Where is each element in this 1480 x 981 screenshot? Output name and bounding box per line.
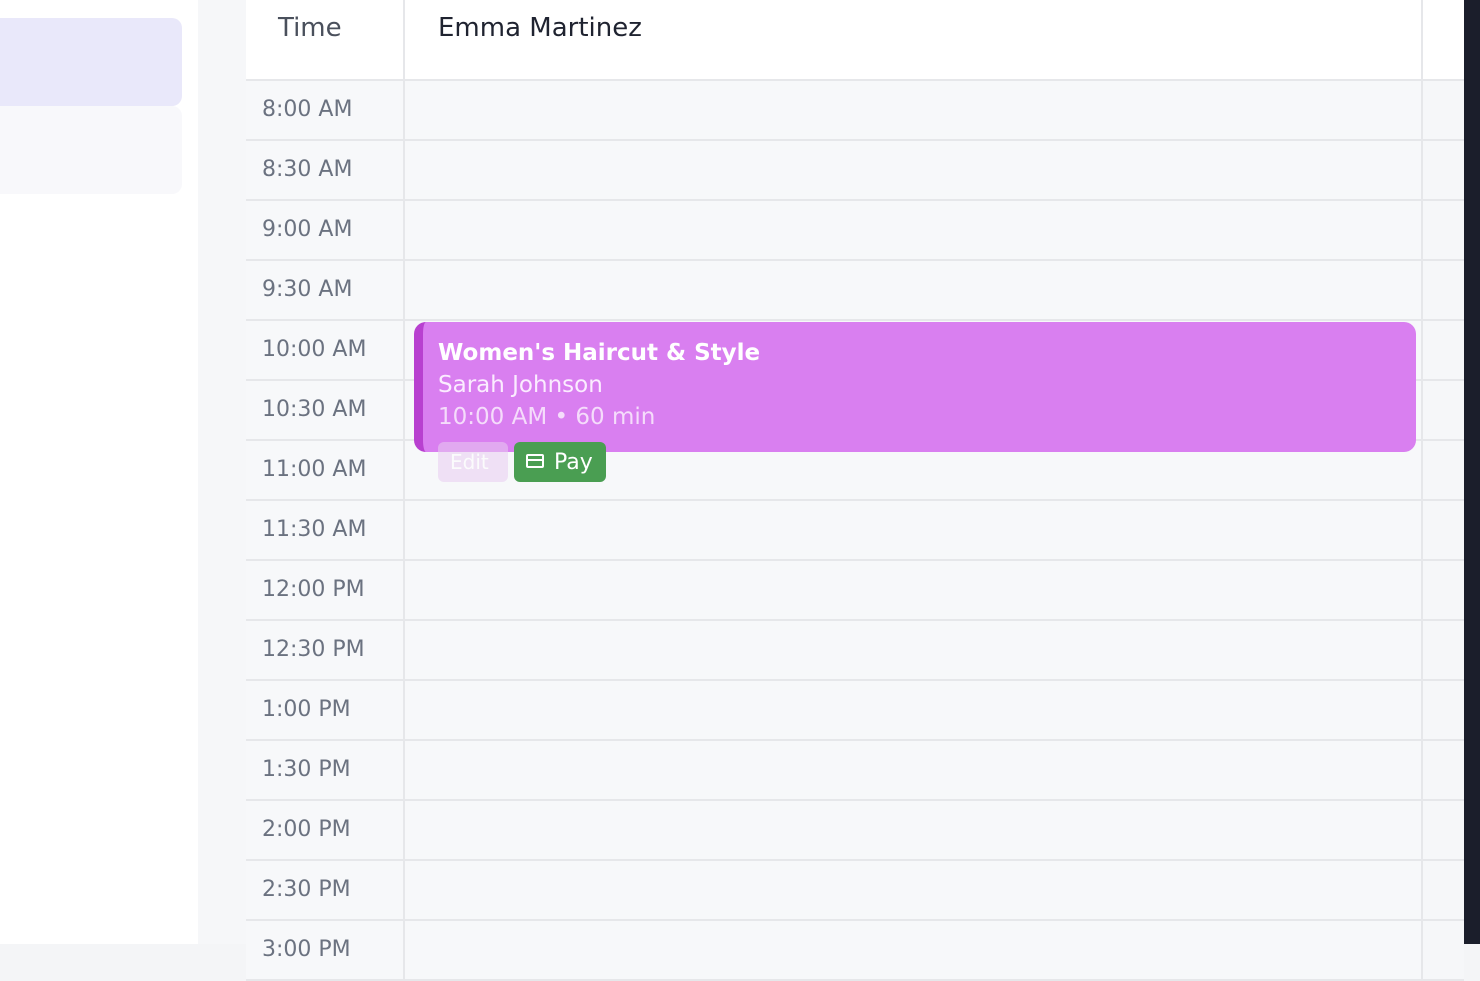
time-slot-cell[interactable] <box>405 501 1423 559</box>
time-slot-row: 9:30 AM <box>246 261 1464 321</box>
time-slot-spacer <box>1423 81 1464 139</box>
time-slot-label: 12:30 PM <box>262 637 365 662</box>
time-slot-label-cell: 8:00 AM <box>246 81 405 139</box>
time-slot-cell[interactable] <box>405 261 1423 319</box>
time-slot-spacer <box>1423 741 1464 799</box>
time-slot-spacer <box>1423 441 1464 499</box>
time-slot-cell[interactable] <box>405 681 1423 739</box>
time-slot-label-cell: 8:30 AM <box>246 141 405 199</box>
pay-button-label: Pay <box>554 450 593 475</box>
time-slot-spacer <box>1423 381 1464 439</box>
time-slot-row: 8:30 AM <box>246 141 1464 201</box>
time-slot-label: 2:30 PM <box>262 877 351 902</box>
pay-button[interactable]: Pay <box>514 442 606 482</box>
sidebar-item-active[interactable] <box>0 18 182 106</box>
time-slot-row: 3:00 PM <box>246 921 1464 981</box>
appointment-service: Women's Haircut & Style <box>438 340 761 366</box>
time-column-label: Time <box>278 13 342 43</box>
time-slot-label: 10:00 AM <box>262 337 367 362</box>
time-slot-label-cell: 2:30 PM <box>246 861 405 919</box>
staff-name: Emma Martinez <box>438 13 642 43</box>
time-slot-row: 12:30 PM <box>246 621 1464 681</box>
time-slot-spacer <box>1423 321 1464 379</box>
time-slot-label-cell: 3:00 PM <box>246 921 405 979</box>
time-slot-label: 1:00 PM <box>262 697 351 722</box>
time-slot-label-cell: 9:00 AM <box>246 201 405 259</box>
time-slot-label: 8:30 AM <box>262 157 353 182</box>
appointment-client: Sarah Johnson <box>438 372 603 398</box>
time-slot-label-cell: 11:30 AM <box>246 501 405 559</box>
time-slot-row: 1:00 PM <box>246 681 1464 741</box>
time-slot-row: 1:30 PM <box>246 741 1464 801</box>
time-column-header: Time <box>246 0 405 81</box>
edit-button-label: Edit <box>450 450 489 474</box>
time-slot-label: 9:30 AM <box>262 277 353 302</box>
time-slot-spacer <box>1423 501 1464 559</box>
time-slot-spacer <box>1423 801 1464 859</box>
time-slot-label-cell: 2:00 PM <box>246 801 405 859</box>
edit-button[interactable]: Edit <box>438 442 508 482</box>
time-slot-rows: 8:00 AM 8:30 AM 9:00 AM 9:30 AM 10:00 AM 10:3… <box>246 81 1464 981</box>
time-slot-cell[interactable] <box>405 861 1423 919</box>
appointment-card[interactable]: Women's Haircut & Style Sarah Johnson 10… <box>414 322 1416 452</box>
time-slot-cell[interactable] <box>405 621 1423 679</box>
sidebar-item[interactable] <box>0 106 182 194</box>
time-slot-label: 11:00 AM <box>262 457 367 482</box>
time-slot-label: 9:00 AM <box>262 217 353 242</box>
credit-card-icon <box>526 454 544 468</box>
time-slot-label: 11:30 AM <box>262 517 367 542</box>
time-slot-cell[interactable] <box>405 561 1423 619</box>
time-slot-row: 8:00 AM <box>246 81 1464 141</box>
time-slot-cell[interactable] <box>405 81 1423 139</box>
time-slot-row: 2:00 PM <box>246 801 1464 861</box>
time-slot-cell[interactable] <box>405 141 1423 199</box>
time-slot-label: 10:30 AM <box>262 397 367 422</box>
time-slot-label-cell: 11:00 AM <box>246 441 405 499</box>
time-slot-label-cell: 10:30 AM <box>246 381 405 439</box>
time-slot-label: 1:30 PM <box>262 757 351 782</box>
time-slot-spacer <box>1423 141 1464 199</box>
time-slot-label-cell: 9:30 AM <box>246 261 405 319</box>
time-slot-row: 11:30 AM <box>246 501 1464 561</box>
time-slot-label-cell: 10:00 AM <box>246 321 405 379</box>
time-slot-label-cell: 12:30 PM <box>246 621 405 679</box>
time-slot-spacer <box>1423 861 1464 919</box>
time-slot-label: 2:00 PM <box>262 817 351 842</box>
time-slot-spacer <box>1423 921 1464 979</box>
time-slot-cell[interactable] <box>405 801 1423 859</box>
schedule-grid: Time Emma Martinez 8:00 AM 8:30 AM 9:00 AM… <box>246 0 1464 981</box>
time-slot-cell[interactable] <box>405 921 1423 979</box>
right-panel-edge <box>1464 0 1480 944</box>
time-slot-label: 12:00 PM <box>262 577 365 602</box>
time-slot-spacer <box>1423 561 1464 619</box>
time-slot-row: 12:00 PM <box>246 561 1464 621</box>
time-slot-spacer <box>1423 621 1464 679</box>
time-slot-label-cell: 1:30 PM <box>246 741 405 799</box>
appointment-time-duration: 10:00 AM • 60 min <box>438 404 656 430</box>
schedule-header: Time Emma Martinez <box>246 0 1464 81</box>
time-slot-cell[interactable] <box>405 201 1423 259</box>
time-slot-spacer <box>1423 261 1464 319</box>
staff-column-header[interactable]: Emma Martinez <box>405 0 1423 81</box>
time-slot-label: 8:00 AM <box>262 97 353 122</box>
time-slot-label-cell: 1:00 PM <box>246 681 405 739</box>
time-slot-spacer <box>1423 681 1464 739</box>
time-slot-cell[interactable] <box>405 741 1423 799</box>
time-slot-label-cell: 12:00 PM <box>246 561 405 619</box>
sidebar <box>0 0 198 944</box>
time-slot-row: 2:30 PM <box>246 861 1464 921</box>
time-slot-spacer <box>1423 201 1464 259</box>
time-slot-label: 3:00 PM <box>262 937 351 962</box>
time-slot-row: 9:00 AM <box>246 201 1464 261</box>
